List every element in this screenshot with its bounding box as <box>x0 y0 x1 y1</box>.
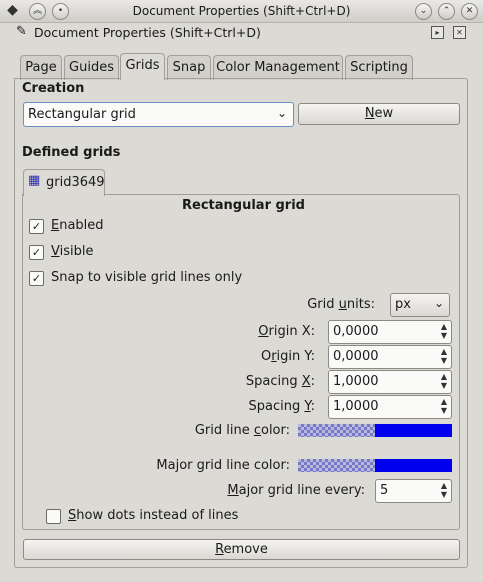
spacing-y-value: 1,0000 <box>333 399 379 414</box>
grid-units-value: px <box>395 297 411 312</box>
dock-header: ✎ Document Properties (Shift+Ctrl+D) ▸ ✕ <box>14 24 469 42</box>
origin-y-spinbox[interactable]: 0,0000 ▲ ▼ <box>328 345 452 369</box>
visible-checkbox[interactable]: ✓ <box>29 245 44 260</box>
spacing-y-label: Spacing Y: <box>248 399 315 414</box>
defined-grids-header: Defined grids <box>22 145 121 160</box>
show-dots-checkbox[interactable] <box>46 509 61 524</box>
iconify-icon[interactable]: ▸ <box>431 26 444 39</box>
remove-grid-button[interactable]: Remove <box>23 539 460 560</box>
tab-grid3649[interactable]: ▦ grid3649 <box>23 169 105 196</box>
close-icon[interactable]: ✕ <box>461 3 478 20</box>
alpha-checker <box>298 459 375 472</box>
origin-x-label: Origin X: <box>258 324 315 339</box>
new-grid-button[interactable]: New <box>298 103 460 125</box>
grid-settings-title: Rectangular grid <box>182 198 305 213</box>
origin-x-spinbox[interactable]: 0,0000 ▲ ▼ <box>328 320 452 344</box>
major-every-label: Major grid line every: <box>227 483 365 498</box>
chevron-down-icon: ⌄ <box>433 296 444 310</box>
dock-close-icon[interactable]: ✕ <box>453 26 466 39</box>
alpha-checker <box>298 424 375 437</box>
window-titlebar: ◆ ︽ • Document Properties (Shift+Ctrl+D)… <box>0 0 483 23</box>
spacing-y-spinbox[interactable]: 1,0000 ▲ ▼ <box>328 395 452 419</box>
spacing-x-spinbox[interactable]: 1,0000 ▲ ▼ <box>328 370 452 394</box>
minimize-icon[interactable]: ⌄ <box>415 3 432 20</box>
tab-guides[interactable]: Guides <box>64 55 119 80</box>
major-every-value: 5 <box>380 483 389 498</box>
snap-visible-label: Snap to visible grid lines only <box>51 270 243 285</box>
maximize-icon[interactable]: ⌃ <box>438 3 455 20</box>
origin-y-value: 0,0000 <box>333 349 379 364</box>
major-grid-line-color-label: Major grid line color: <box>156 458 290 473</box>
spin-arrows-icon[interactable]: ▲ ▼ <box>441 322 447 340</box>
grid-line-color-swatch[interactable] <box>298 424 452 437</box>
spacing-x-label: Spacing X: <box>245 374 315 389</box>
tab-snap[interactable]: Snap <box>167 55 211 80</box>
grid-type-value: Rectangular grid <box>28 107 136 122</box>
enabled-checkbox[interactable]: ✓ <box>29 219 44 234</box>
origin-y-label: Origin Y: <box>260 349 315 364</box>
grid-tab-label: grid3649 <box>46 175 105 190</box>
spin-arrows-icon[interactable]: ▲ ▼ <box>441 372 447 390</box>
solid-color <box>375 459 452 472</box>
snap-visible-checkbox[interactable]: ✓ <box>29 271 44 286</box>
major-every-spinbox[interactable]: 5 ▲ ▼ <box>375 479 452 503</box>
creation-header: Creation <box>22 81 85 96</box>
grid-type-select[interactable]: Rectangular grid ⌄ <box>23 102 294 127</box>
enabled-label: Enabled <box>51 218 104 233</box>
window-title: Document Properties (Shift+Ctrl+D) <box>132 4 351 18</box>
chevron-down-icon: ⌄ <box>276 106 287 120</box>
spin-arrows-icon[interactable]: ▲ ▼ <box>441 347 447 365</box>
spacing-x-value: 1,0000 <box>333 374 379 389</box>
spin-arrows-icon[interactable]: ▲ ▼ <box>441 397 447 415</box>
dock-title: Document Properties (Shift+Ctrl+D) <box>34 25 261 40</box>
grid-icon: ▦ <box>28 173 41 188</box>
major-grid-line-color-swatch[interactable] <box>298 459 452 472</box>
origin-x-value: 0,0000 <box>333 324 379 339</box>
grid-units-label: Grid units: <box>307 297 375 312</box>
tab-grids[interactable]: Grids <box>120 53 165 80</box>
tab-color-management[interactable]: Color Management <box>213 55 343 80</box>
pencil-icon: ✎ <box>16 24 27 39</box>
visible-label: Visible <box>51 244 94 259</box>
solid-color <box>375 424 452 437</box>
grid-line-color-label: Grid line color: <box>194 423 290 438</box>
show-dots-label: Show dots instead of lines <box>68 508 239 523</box>
tab-scripting[interactable]: Scripting <box>345 55 413 80</box>
spin-arrows-icon[interactable]: ▲ ▼ <box>441 481 447 499</box>
tab-page[interactable]: Page <box>20 55 62 80</box>
grid-units-select[interactable]: px ⌄ <box>390 293 450 317</box>
